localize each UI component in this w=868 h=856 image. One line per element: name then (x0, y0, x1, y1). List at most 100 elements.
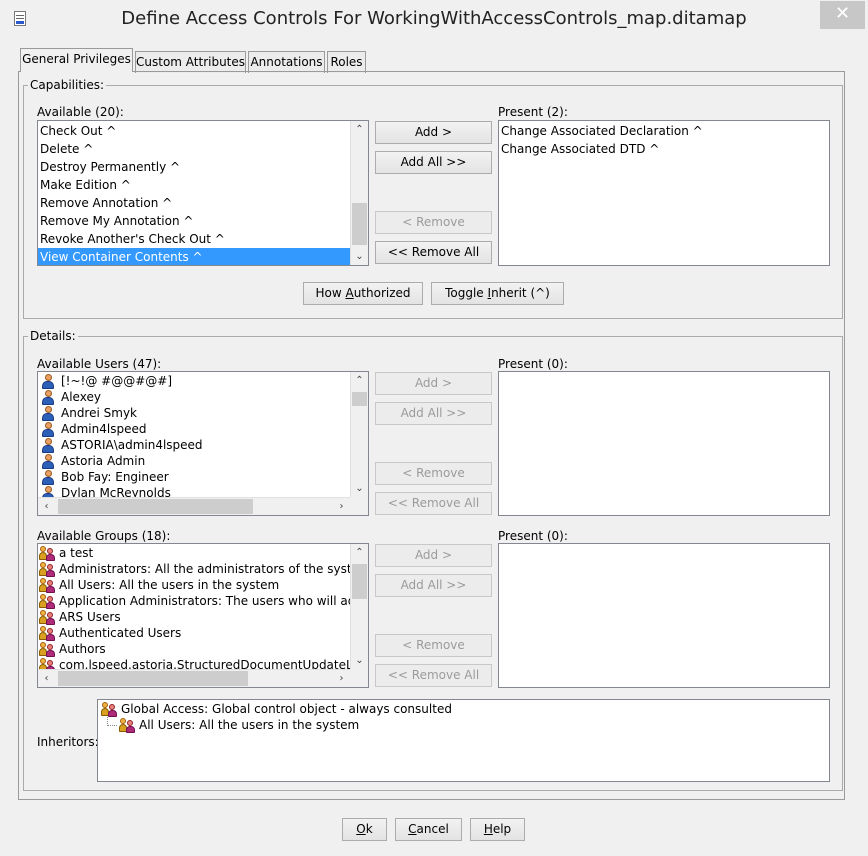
add-all-capabilities-button[interactable]: Add All >> (375, 151, 492, 174)
how-authorized-button[interactable]: How Authorized (303, 282, 423, 305)
user-list-item[interactable]: Bob Fay: Engineer (38, 469, 350, 485)
scroll-right-icon[interactable]: › (333, 670, 350, 687)
users-rows: [!~!@ #@@#@#] Alexey Andrei Smyk Admin4lspe… (38, 373, 350, 501)
group-list-item[interactable]: ARS Users (38, 609, 350, 625)
vertical-scrollbar[interactable]: ⌃ ⌄ (350, 372, 368, 497)
scrollbar-thumb[interactable] (58, 499, 253, 514)
capability-list-item[interactable]: Remove My Annotation ^ (38, 212, 350, 230)
button-label: < Remove (402, 215, 465, 229)
user-list-item[interactable]: [!~!@ #@@#@#] (38, 373, 350, 389)
tab-annotations[interactable]: Annotations (248, 51, 325, 73)
scrollbar-thumb[interactable] (352, 564, 367, 599)
button-label: elp (492, 822, 512, 836)
present-capabilities-list[interactable]: Change Associated Declaration ^ Change As… (498, 120, 830, 266)
capability-list-item[interactable]: Delete ^ (38, 140, 350, 158)
button-label: nherit (^) (491, 286, 550, 300)
scroll-up-icon[interactable]: ⌃ (351, 544, 368, 561)
capability-list-item[interactable]: Remove Annotation ^ (38, 194, 350, 212)
available-groups-list[interactable]: a test Administrators: All the administra… (37, 543, 369, 688)
group-icon (39, 545, 55, 561)
remove-all-capabilities-button[interactable]: << Remove All (375, 241, 492, 264)
group-list-item[interactable]: Authors (38, 641, 350, 657)
toggle-inherit-button[interactable]: Toggle Inherit (^) (431, 282, 564, 305)
close-button[interactable]: ✕ (820, 1, 865, 29)
add-group-button[interactable]: Add > (375, 544, 492, 567)
scroll-down-icon[interactable]: ⌄ (351, 480, 368, 497)
remove-group-button[interactable]: < Remove (375, 634, 492, 657)
add-capability-button[interactable]: Add > (375, 121, 492, 144)
remove-all-users-button[interactable]: << Remove All (375, 492, 492, 515)
add-all-groups-button[interactable]: Add All >> (375, 574, 492, 597)
vertical-scrollbar[interactable]: ⌃ ⌄ (350, 544, 368, 669)
group-icon (119, 717, 135, 733)
scroll-up-icon[interactable]: ⌃ (351, 372, 368, 389)
tab-custom-attributes[interactable]: Custom Attributes (135, 51, 246, 73)
remove-capability-button[interactable]: < Remove (375, 211, 492, 234)
user-name: Admin4lspeed (61, 422, 147, 436)
vertical-scrollbar[interactable]: ⌃ ⌄ (350, 121, 368, 265)
scroll-corner (350, 669, 368, 687)
present-capability-item[interactable]: Change Associated DTD ^ (499, 140, 829, 158)
ok-button[interactable]: Ok (342, 818, 387, 841)
horizontal-scrollbar[interactable]: ‹ › (38, 497, 350, 515)
tab-label: General Privileges (22, 52, 131, 66)
scrollbar-thumb[interactable] (352, 392, 367, 406)
scroll-left-icon[interactable]: ‹ (38, 498, 55, 515)
capability-list-item[interactable]: Check Out ^ (38, 122, 350, 140)
available-users-label: Available Users (47): (37, 357, 162, 371)
details-title: Details: (28, 329, 78, 343)
user-list-item[interactable]: Andrei Smyk (38, 405, 350, 421)
button-label: Add All >> (400, 406, 467, 420)
button-label: k (365, 822, 373, 836)
group-list-item[interactable]: Administrators: All the administrators o… (38, 561, 368, 577)
user-list-item[interactable]: Astoria Admin (38, 453, 350, 469)
remove-user-button[interactable]: < Remove (375, 462, 492, 485)
scroll-corner (350, 497, 368, 515)
tab-general-privileges[interactable]: General Privileges (20, 48, 133, 72)
tree-node-all-users[interactable]: All Users: All the users in the system (119, 717, 359, 733)
capability-list-item[interactable]: Destroy Permanently ^ (38, 158, 350, 176)
capability-list-item[interactable]: Revoke Another's Check Out ^ (38, 230, 350, 248)
group-list-item[interactable]: a test (38, 545, 350, 561)
scroll-right-icon[interactable]: › (333, 498, 350, 515)
group-list-item[interactable]: Authenticated Users (38, 625, 350, 641)
scroll-up-icon[interactable]: ⌃ (351, 121, 368, 138)
user-icon (41, 373, 55, 389)
available-capabilities-list[interactable]: Check Out ^ Delete ^ Destroy Permanently ^… (37, 120, 369, 266)
available-users-list[interactable]: [!~!@ #@@#@#] Alexey Andrei Smyk Admin4lspe… (37, 371, 369, 516)
button-label: << Remove All (387, 496, 480, 510)
user-list-item[interactable]: ASTORIA\admin4lspeed (38, 437, 350, 453)
tree-node-label: Global Access: Global control object - a… (121, 702, 452, 716)
horizontal-scrollbar[interactable]: ‹ › (38, 669, 350, 687)
tree-node-global-access[interactable]: Global Access: Global control object - a… (101, 701, 452, 717)
user-icon (41, 469, 55, 485)
button-label: Add > (414, 376, 453, 390)
user-icon (41, 421, 55, 437)
scrollbar-thumb[interactable] (58, 671, 248, 686)
capabilities-rows: Check Out ^ Delete ^ Destroy Permanently ^… (38, 122, 350, 265)
add-all-users-button[interactable]: Add All >> (375, 402, 492, 425)
add-user-button[interactable]: Add > (375, 372, 492, 395)
present-users-list[interactable] (498, 371, 830, 516)
user-list-item[interactable]: Alexey (38, 389, 350, 405)
scrollbar-thumb[interactable] (352, 203, 367, 245)
scroll-left-icon[interactable]: ‹ (38, 670, 55, 687)
tree-node-label: All Users: All the users in the system (139, 718, 360, 732)
remove-all-groups-button[interactable]: << Remove All (375, 664, 492, 687)
present-capability-item[interactable]: Change Associated Declaration ^ (499, 122, 829, 140)
group-list-item[interactable]: Application Administrators: The users wh… (38, 593, 368, 609)
group-icon (39, 609, 55, 625)
group-list-item[interactable]: All Users: All the users in the system (38, 577, 350, 593)
inheritors-tree[interactable]: Global Access: Global control object - a… (97, 699, 830, 782)
help-button[interactable]: Help (470, 818, 525, 841)
scroll-down-icon[interactable]: ⌄ (351, 652, 368, 669)
capability-list-item[interactable]: View Container Contents ^ (38, 248, 350, 265)
scroll-down-icon[interactable]: ⌄ (351, 248, 368, 265)
cancel-button[interactable]: Cancel (395, 818, 462, 841)
button-label: << Remove All (387, 245, 480, 259)
tab-label: Annotations (250, 55, 323, 69)
present-groups-list[interactable] (498, 543, 830, 688)
tab-roles[interactable]: Roles (327, 51, 366, 73)
user-list-item[interactable]: Admin4lspeed (38, 421, 350, 437)
capability-list-item[interactable]: Make Edition ^ (38, 176, 350, 194)
